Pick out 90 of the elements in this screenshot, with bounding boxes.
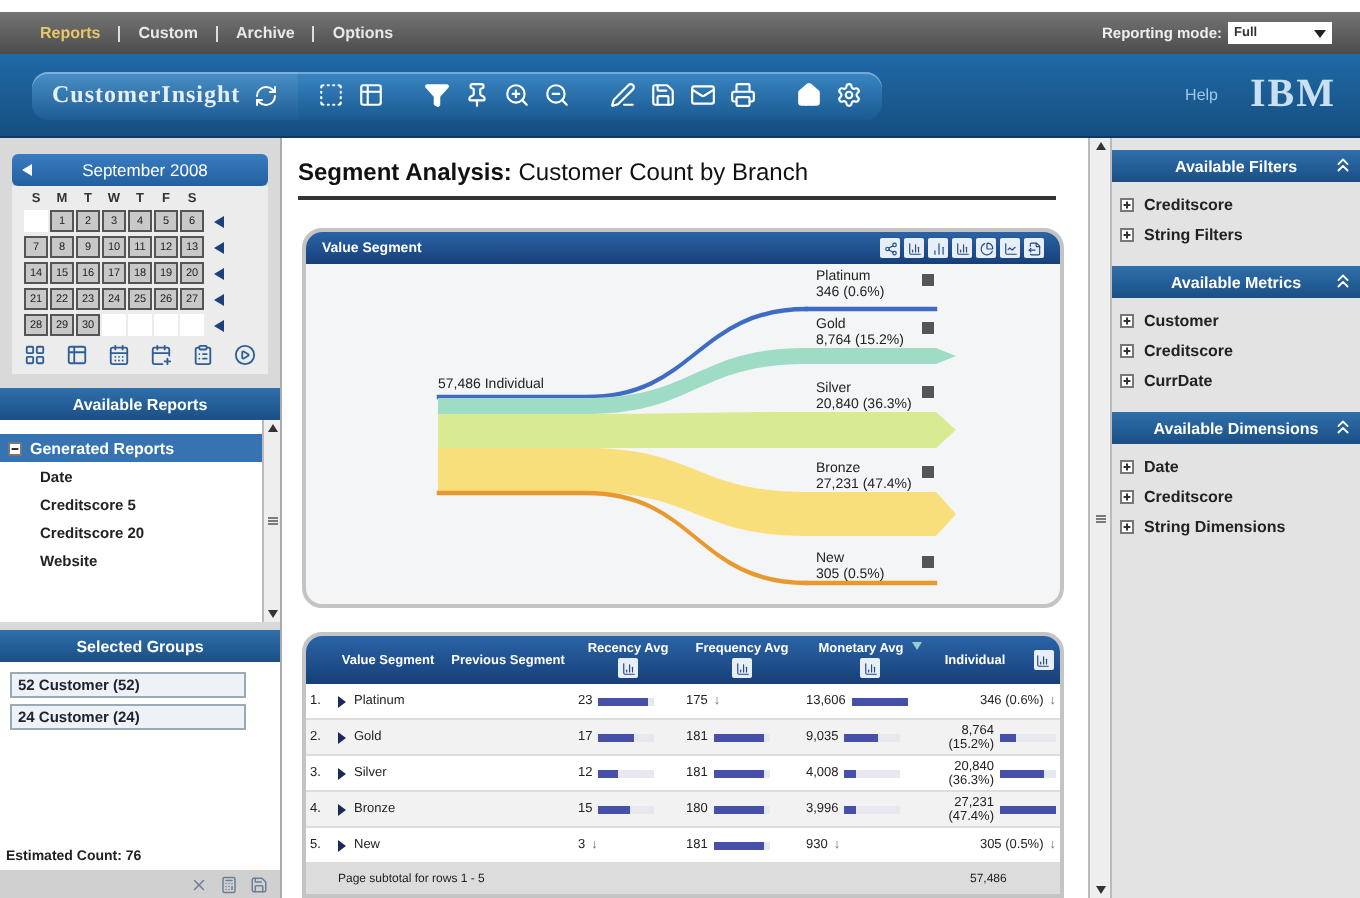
tree-item[interactable]: Customer bbox=[1144, 312, 1219, 330]
header-cell bbox=[306, 636, 334, 684]
week-select-icon[interactable] bbox=[214, 293, 224, 305]
tree-item[interactable]: Creditscore bbox=[1144, 342, 1233, 360]
scroll-up-icon[interactable] bbox=[267, 424, 277, 432]
help-link[interactable]: Help bbox=[1185, 86, 1218, 104]
expand-icon[interactable] bbox=[1120, 198, 1134, 212]
grip-icon[interactable] bbox=[1095, 513, 1105, 523]
settings-icon[interactable] bbox=[836, 82, 863, 108]
previous-month-icon[interactable] bbox=[22, 164, 32, 176]
expand-icon[interactable] bbox=[1120, 314, 1134, 328]
expand-icon[interactable] bbox=[1120, 374, 1134, 388]
pie-chart-icon[interactable] bbox=[976, 238, 996, 258]
refresh-icon[interactable] bbox=[254, 83, 279, 107]
edit-icon[interactable] bbox=[610, 82, 637, 108]
tree-item[interactable]: Creditscore bbox=[1144, 488, 1233, 506]
tree-item[interactable]: String Filters bbox=[1144, 226, 1243, 244]
bar-chart-icon[interactable] bbox=[618, 658, 638, 678]
bar-chart-icon[interactable] bbox=[904, 238, 924, 258]
collapse-icon[interactable] bbox=[8, 441, 22, 455]
tree-item[interactable]: CurrDate bbox=[1144, 372, 1213, 390]
collapse-icon[interactable] bbox=[1332, 154, 1354, 176]
logo: IBM bbox=[1250, 72, 1336, 118]
expand-icon[interactable] bbox=[1120, 490, 1134, 504]
grid-view-icon[interactable] bbox=[66, 344, 88, 366]
expand-icon[interactable] bbox=[1120, 520, 1134, 534]
scrollbar[interactable] bbox=[262, 420, 280, 622]
grip-icon[interactable] bbox=[267, 516, 277, 526]
line-chart-icon[interactable] bbox=[1000, 238, 1020, 258]
app-name: CustomerInsight bbox=[52, 80, 241, 110]
table-icon[interactable] bbox=[358, 82, 385, 108]
expand-arrow-icon[interactable] bbox=[338, 767, 346, 779]
nav-tab[interactable]: Custom bbox=[138, 24, 199, 42]
tree-item[interactable]: String Dimensions bbox=[1144, 518, 1286, 536]
zoom-in-icon[interactable] bbox=[504, 82, 531, 108]
month-view-icon[interactable] bbox=[24, 344, 46, 366]
section-title: Available Dimensions bbox=[1153, 419, 1319, 437]
scroll-down-icon[interactable] bbox=[267, 610, 277, 618]
month-label: September 2008 bbox=[80, 160, 210, 180]
zoom-out-icon[interactable] bbox=[544, 82, 571, 108]
tree-item[interactable]: Creditscore bbox=[1144, 196, 1233, 214]
bar-chart-icon[interactable] bbox=[860, 658, 880, 678]
sort-icon[interactable] bbox=[911, 642, 922, 650]
expand-icon[interactable] bbox=[1120, 228, 1134, 242]
mail-icon[interactable] bbox=[690, 82, 717, 108]
expand-arrow-icon[interactable] bbox=[338, 803, 346, 815]
collapse-icon[interactable] bbox=[1332, 416, 1354, 438]
tree-item[interactable]: Date bbox=[1144, 458, 1179, 476]
calculator-icon[interactable] bbox=[220, 875, 238, 893]
expand-icon[interactable] bbox=[1120, 344, 1134, 358]
calendar-add-icon[interactable] bbox=[150, 344, 172, 366]
week-select-icon[interactable] bbox=[214, 319, 224, 331]
share-icon[interactable] bbox=[880, 238, 900, 258]
report-group[interactable]: Generated Reports bbox=[0, 434, 262, 462]
close-icon[interactable] bbox=[190, 875, 208, 893]
scroll-up-icon[interactable] bbox=[1095, 142, 1105, 150]
page-title: Segment Analysis: Customer Count by Branch bbox=[298, 158, 1056, 200]
group-label: Generated Reports bbox=[30, 439, 175, 457]
scrollbar[interactable] bbox=[1088, 138, 1112, 898]
section-title: Available Metrics bbox=[1170, 273, 1302, 291]
bar-chart-icon[interactable] bbox=[1033, 650, 1054, 670]
select-icon[interactable] bbox=[318, 82, 345, 108]
week-select-icon[interactable] bbox=[214, 241, 224, 253]
nav-tab[interactable]: Options bbox=[332, 24, 394, 42]
play-icon[interactable] bbox=[234, 344, 256, 366]
expand-arrow-icon[interactable] bbox=[338, 695, 346, 707]
home-icon[interactable] bbox=[796, 82, 823, 108]
filter-icon[interactable] bbox=[424, 82, 451, 108]
list-icon[interactable] bbox=[192, 344, 214, 366]
bar-chart-icon[interactable] bbox=[732, 658, 752, 678]
calendar-icon[interactable] bbox=[108, 344, 130, 366]
save-icon[interactable] bbox=[250, 875, 268, 893]
nav-tab[interactable]: Archive bbox=[236, 24, 295, 42]
export-icon[interactable] bbox=[1024, 238, 1044, 258]
printer-icon[interactable] bbox=[730, 82, 757, 108]
section-header: Selected Groups bbox=[0, 630, 280, 662]
week-select-icon[interactable] bbox=[214, 215, 224, 227]
nav-tab[interactable]: Reports bbox=[40, 24, 101, 42]
section-header: Available Reports bbox=[0, 388, 280, 420]
pin-icon[interactable] bbox=[464, 82, 491, 108]
collapse-icon[interactable] bbox=[1332, 270, 1354, 292]
bar-chart-icon[interactable] bbox=[952, 238, 972, 258]
expand-icon[interactable] bbox=[1120, 460, 1134, 474]
expand-arrow-icon[interactable] bbox=[338, 731, 346, 743]
scroll-down-icon[interactable] bbox=[1095, 886, 1105, 894]
section-title: Available Filters bbox=[1174, 157, 1298, 175]
week-select-icon[interactable] bbox=[214, 267, 224, 279]
expand-arrow-icon[interactable] bbox=[338, 839, 346, 851]
caret-icon[interactable] bbox=[1314, 29, 1326, 37]
bar-chart-icon[interactable] bbox=[928, 238, 948, 258]
